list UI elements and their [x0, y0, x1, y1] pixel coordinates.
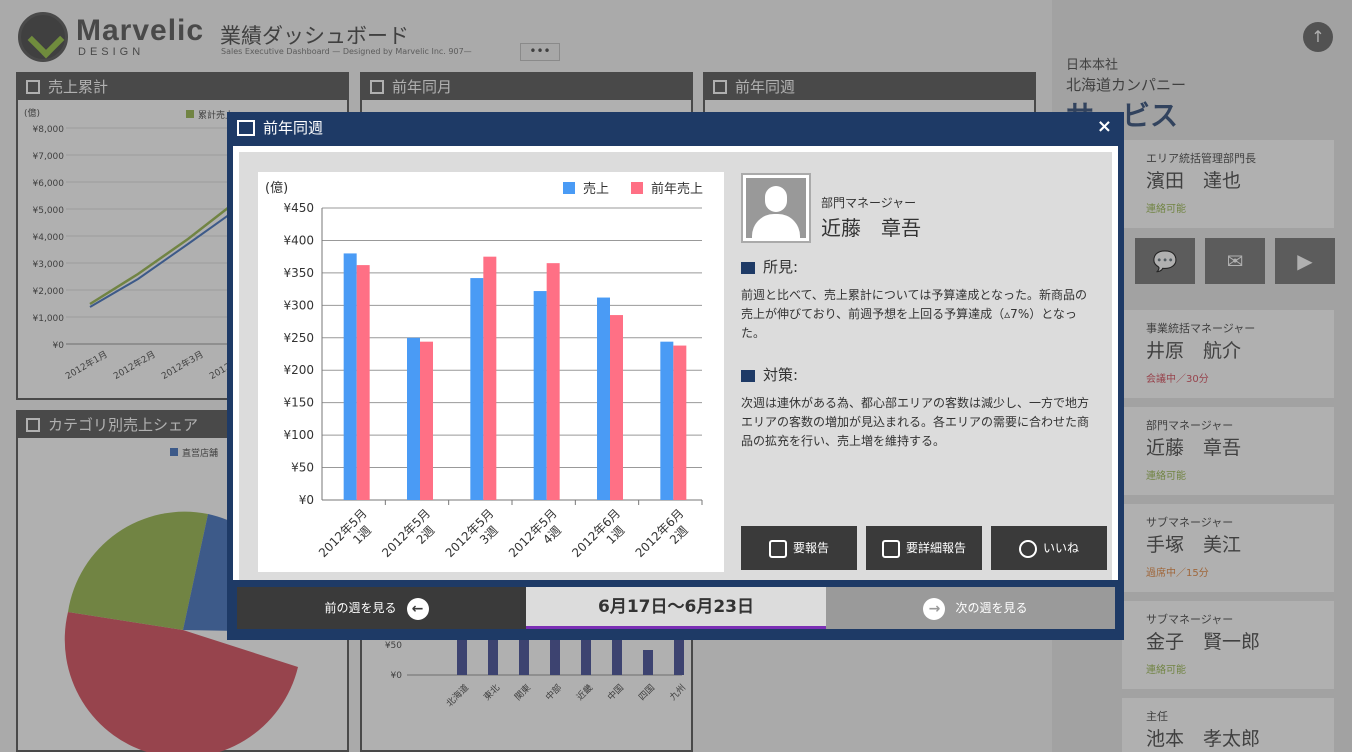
legend-swatch: [631, 182, 643, 194]
button-label: 要詳細報告: [905, 541, 966, 555]
like-button[interactable]: いいね: [991, 526, 1107, 570]
bar-sales: [470, 278, 484, 500]
findings-text: 前週と比べて、売上累計については予算達成となった。新商品の売上が伸びており、前週…: [741, 288, 1087, 340]
x-tick-label: 2012年5月1週: [316, 506, 374, 560]
manager-role: 部門マネージャー: [821, 196, 917, 210]
y-tick-label: ¥50: [291, 461, 314, 475]
bar-sales: [660, 341, 674, 500]
button-label: 要報告: [792, 541, 829, 555]
weekly-sales-chart: (億) ¥0 ¥50 ¥100 ¥150 ¥200 ¥250 ¥300 ¥350 ¥400 ¥450…: [258, 172, 724, 572]
modal-header: 前年同週: [227, 112, 1124, 144]
request-detail-report-button[interactable]: 要詳細報告: [866, 526, 982, 570]
x-tick-label: 2012年6月1週: [569, 506, 627, 560]
y-tick-label: ¥0: [299, 493, 314, 507]
bar-sales: [407, 337, 420, 500]
modal-inner: (億) ¥0 ¥50 ¥100 ¥150 ¥200 ¥250 ¥300 ¥350 ¥400 ¥450…: [239, 152, 1112, 580]
date-range: 6月17日～6月23日: [526, 587, 826, 629]
bar-prev-year-sales: [546, 263, 560, 500]
arrow-right-icon: →: [923, 597, 946, 620]
button-label: いいね: [1042, 541, 1079, 555]
measures-heading: 対策:: [741, 364, 798, 385]
next-week-button[interactable]: → 次の週を見る: [826, 587, 1115, 629]
bar-prev-year-sales: [420, 341, 433, 500]
next-week-label: 次の週を見る: [955, 601, 1028, 615]
prev-week-label: 前の週を見る: [324, 601, 397, 615]
manager-name: 近藤 章吾: [821, 216, 921, 240]
pencil-icon: [768, 539, 787, 558]
x-tick-label: 2012年6月2週: [633, 506, 691, 560]
prev-week-button[interactable]: 前の週を見る ←: [237, 587, 526, 629]
measures-text: 次週は連休がある為、都心部エリアの客数は減少し、一方で地方エリアの客数の増加が見…: [741, 396, 1090, 448]
list-icon: [741, 369, 755, 382]
close-icon[interactable]: ×: [1097, 116, 1112, 137]
arrow-left-icon: ←: [406, 597, 429, 620]
y-tick-label: ¥400: [283, 233, 314, 247]
documents-icon: [881, 539, 900, 558]
modal-title: 前年同週: [263, 119, 324, 137]
x-tick-label: 2012年5月4週: [506, 506, 564, 560]
bar-prev-year-sales: [483, 256, 497, 500]
legend-label: 売上: [583, 181, 609, 197]
like-icon: [1018, 539, 1037, 558]
y-tick-label: ¥100: [283, 428, 314, 442]
x-tick-label: 2012年5月3週: [443, 506, 501, 560]
bar-sales: [343, 253, 357, 500]
y-tick-label: ¥300: [283, 298, 314, 312]
y-tick-label: ¥350: [283, 266, 314, 280]
avatar: [741, 173, 811, 243]
comment-icon: [741, 261, 755, 274]
bar-prev-year-sales: [610, 315, 623, 500]
y-tick-label: ¥450: [283, 201, 314, 215]
bar-prev-year-sales: [673, 345, 687, 500]
prev-year-week-modal: 前年同週 × (億) ¥0 ¥50 ¥100 ¥150 ¥200 ¥250 ¥300 ¥350 ¥…: [227, 112, 1124, 640]
bar-sales: [533, 291, 547, 500]
legend-label: 前年売上: [651, 181, 703, 197]
bar-prev-year-sales: [356, 265, 370, 500]
weekly-sales-chart-svg: (億) ¥0 ¥50 ¥100 ¥150 ¥200 ¥250 ¥300 ¥350 ¥400 ¥450…: [265, 180, 703, 560]
modal-body: (億) ¥0 ¥50 ¥100 ¥150 ¥200 ¥250 ¥300 ¥350 ¥400 ¥450…: [233, 146, 1118, 580]
y-unit-label: (億): [265, 180, 288, 196]
y-tick-label: ¥150: [283, 396, 314, 410]
measures-title: 対策:: [763, 366, 799, 384]
y-tick-label: ¥250: [283, 331, 314, 345]
request-report-button[interactable]: 要報告: [741, 526, 857, 570]
chart-icon: [237, 120, 255, 136]
findings-title: 所見:: [763, 258, 799, 276]
x-tick-label: 2012年5月2週: [379, 506, 437, 560]
person-icon: [746, 178, 806, 238]
legend-swatch: [563, 182, 575, 194]
y-tick-label: ¥200: [283, 363, 314, 377]
findings-heading: 所見:: [741, 256, 798, 277]
bar-sales: [597, 297, 610, 500]
